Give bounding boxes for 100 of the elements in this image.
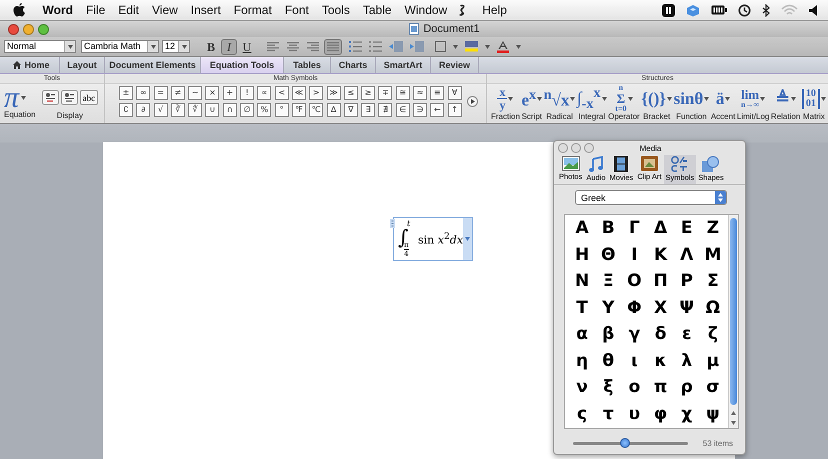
symbol-button[interactable]: ∃: [361, 103, 376, 117]
symbol-tile[interactable]: ψ: [706, 404, 720, 424]
symbol-button[interactable]: ≡: [430, 86, 444, 100]
style-dropdown[interactable]: Normal: [4, 40, 76, 53]
normal-text-button[interactable]: abc: [80, 90, 98, 105]
symbol-tile[interactable]: Ω: [706, 298, 720, 318]
symbol-tile[interactable]: λ: [681, 350, 692, 371]
symbol-tile[interactable]: Σ: [707, 271, 719, 292]
symbol-button[interactable]: ≠: [170, 86, 185, 100]
symbol-tile[interactable]: Ψ: [680, 298, 694, 318]
structure-button[interactable]: $^{n}$√x Radical: [544, 85, 576, 121]
structure-button[interactable]: lim n→∞ Limit/Log: [736, 85, 770, 121]
slider-thumb[interactable]: [620, 438, 630, 448]
symbol-tile[interactable]: Χ: [654, 298, 668, 318]
symbol-tile[interactable]: Ν: [574, 271, 590, 292]
symbol-tile[interactable]: Κ: [654, 244, 668, 265]
battery-icon[interactable]: [711, 5, 727, 15]
structure-button[interactable]: ≜ Relation: [770, 85, 800, 121]
zoom-button[interactable]: [584, 143, 594, 153]
symbol-button[interactable]: ∅: [240, 103, 254, 117]
menu-item[interactable]: Format: [227, 3, 278, 17]
category-dropdown[interactable]: Greek: [575, 190, 727, 205]
symbol-button[interactable]: ∈: [396, 103, 410, 117]
font-color-icon[interactable]: [497, 40, 509, 52]
symbol-button[interactable]: ≥: [361, 86, 376, 100]
symbol-tile[interactable]: Τ: [576, 298, 588, 318]
symbol-tile[interactable]: θ: [602, 350, 614, 371]
grip-icon[interactable]: [390, 219, 395, 228]
minimize-button[interactable]: [571, 143, 581, 153]
size-dropdown[interactable]: 12: [162, 40, 190, 53]
symbol-button[interactable]: ℃: [309, 103, 324, 117]
symbol-button[interactable]: ~: [188, 86, 202, 100]
format-button[interactable]: B: [203, 38, 219, 54]
ribbon-tab[interactable]: Layout: [60, 57, 105, 73]
symbol-button[interactable]: %: [257, 103, 272, 117]
symbol-tile[interactable]: Ο: [627, 271, 642, 292]
symbol-button[interactable]: +: [222, 86, 237, 100]
menu-item[interactable]: Help: [476, 3, 514, 17]
symbol-button[interactable]: ∂: [136, 103, 150, 117]
symbol-tile[interactable]: ζ: [708, 324, 718, 344]
justify-button[interactable]: [324, 38, 342, 54]
symbol-tile[interactable]: η: [576, 350, 588, 371]
symbol-tile[interactable]: δ: [654, 324, 666, 344]
symbol-button[interactable]: ∄: [378, 103, 392, 117]
decrease-indent-icon[interactable]: [389, 41, 403, 52]
symbol-button[interactable]: <: [274, 86, 289, 100]
symbol-tile[interactable]: ν: [576, 377, 588, 398]
symbol-tile[interactable]: φ: [654, 404, 668, 424]
symbol-button[interactable]: ∪: [205, 103, 220, 117]
format-button[interactable]: U: [239, 38, 255, 54]
symbol-tile[interactable]: Ζ: [706, 218, 720, 238]
symbol-tile[interactable]: Λ: [680, 244, 694, 265]
menu-item[interactable]: File: [79, 3, 112, 17]
font-dropdown[interactable]: Cambria Math: [81, 40, 159, 53]
increase-indent-icon[interactable]: [410, 41, 424, 52]
symbol-button[interactable]: ∛: [170, 103, 185, 117]
ribbon-tab[interactable]: Charts: [331, 57, 376, 73]
ribbon-tab[interactable]: Equation Tools: [201, 57, 284, 73]
symbol-tile[interactable]: μ: [706, 350, 720, 371]
symbol-tile[interactable]: Θ: [601, 244, 616, 265]
symbol-tile[interactable]: π: [654, 377, 668, 398]
symbol-tile[interactable]: Η: [574, 244, 590, 265]
symbol-button[interactable]: ≫: [326, 86, 341, 100]
menu-item[interactable]: Tools: [315, 3, 356, 17]
equation-menu-button[interactable]: [463, 218, 472, 260]
symbol-button[interactable]: ∋: [413, 103, 428, 117]
symbol-tile[interactable]: υ: [628, 404, 640, 424]
symbol-tile[interactable]: ι: [631, 350, 638, 371]
symbol-tile[interactable]: ε: [682, 324, 692, 344]
symbol-tile[interactable]: ξ: [603, 377, 614, 398]
symbol-button[interactable]: ∝: [257, 86, 272, 100]
symbol-tile[interactable]: ρ: [680, 377, 693, 398]
symbol-button[interactable]: ∩: [222, 103, 237, 117]
caret-icon[interactable]: [453, 44, 458, 48]
structure-button[interactable]: sinθ Function: [674, 85, 710, 121]
symbol-tile[interactable]: ς: [577, 404, 588, 424]
apple-icon[interactable]: [13, 3, 26, 17]
bluetooth-icon[interactable]: [762, 4, 770, 16]
border-icon[interactable]: [435, 41, 446, 52]
symbol-tile[interactable]: Α: [575, 218, 589, 238]
menu-item[interactable]: Window: [398, 3, 454, 17]
symbol-button[interactable]: >: [309, 86, 324, 100]
symbol-button[interactable]: °: [274, 103, 289, 117]
sync-box-icon[interactable]: [686, 4, 700, 16]
symbol-tile[interactable]: Ι: [631, 244, 638, 265]
menu-item[interactable]: Table: [356, 3, 398, 17]
caret-icon[interactable]: [485, 44, 490, 48]
symbol-button[interactable]: ≅: [396, 86, 410, 100]
clock-icon[interactable]: [738, 4, 751, 16]
professional-display-icon[interactable]: [42, 90, 59, 105]
symbol-tile[interactable]: ο: [628, 377, 640, 398]
structure-button[interactable]: x y Fraction: [491, 85, 520, 121]
symbol-tile[interactable]: Γ: [628, 218, 640, 238]
wifi-icon[interactable]: [781, 4, 798, 16]
ribbon-tab[interactable]: Tables: [284, 57, 331, 73]
menu-item[interactable]: Word: [36, 3, 80, 17]
symbol-button[interactable]: ∁: [119, 103, 133, 117]
menu-item[interactable]: Font: [278, 3, 316, 17]
ribbon-tab[interactable]: Home: [4, 57, 60, 73]
symbol-button[interactable]: ℉: [292, 103, 306, 117]
